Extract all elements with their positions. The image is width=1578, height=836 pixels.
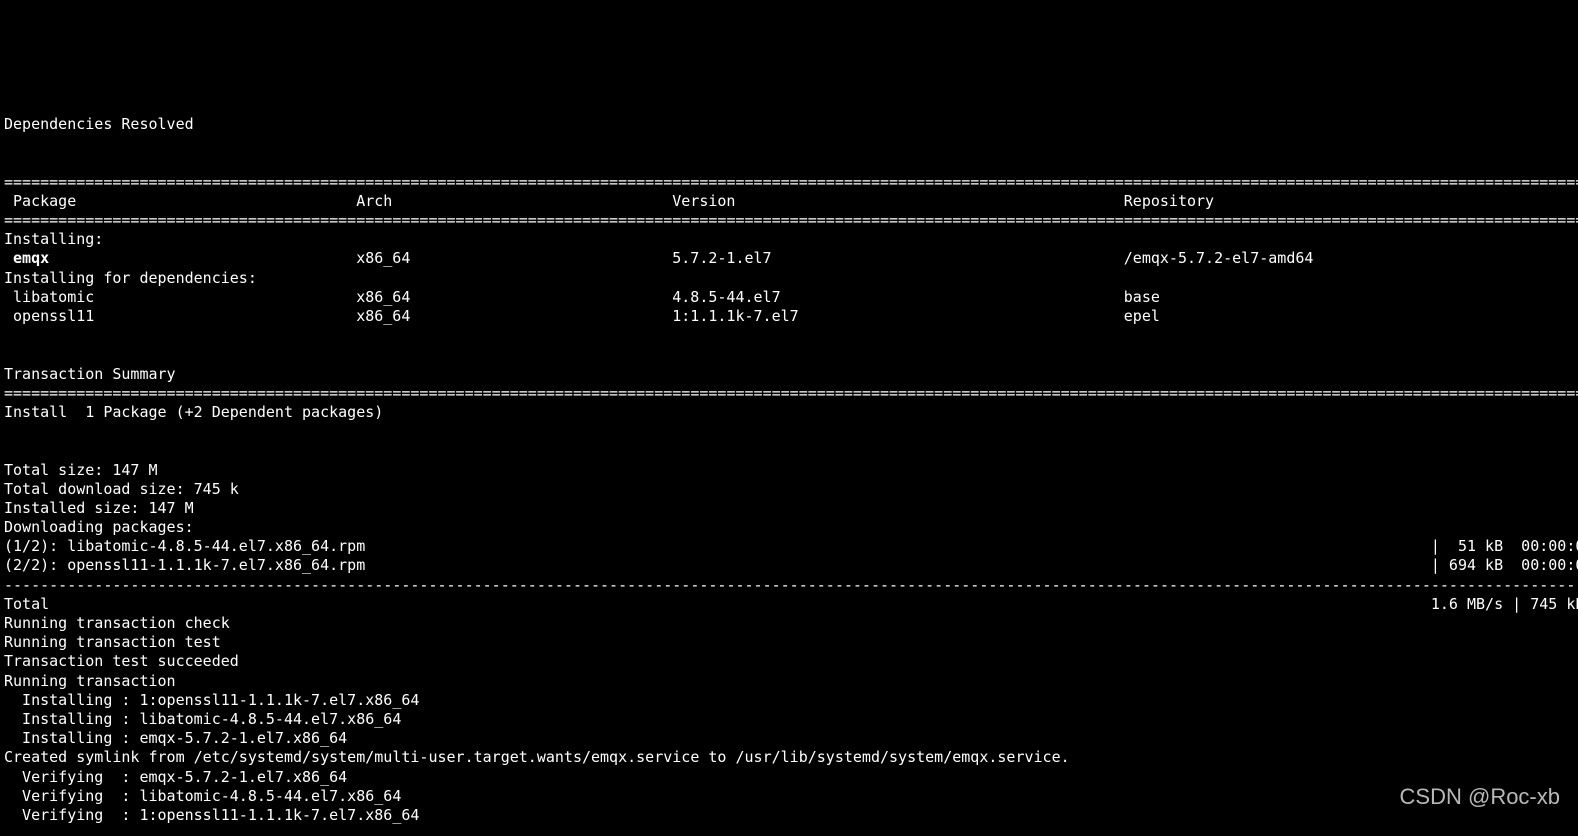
download-row: (1/2): libatomic-4.8.5-44.el7.x86_64.rpm… bbox=[4, 537, 1578, 555]
running-check: Running transaction check bbox=[4, 614, 230, 632]
total-line: Total1.6 MB/s | 745 kB 00:00:00 bbox=[4, 595, 1578, 613]
section-installing: Installing: bbox=[4, 230, 103, 248]
running-test: Running transaction test bbox=[4, 633, 221, 651]
verify-step: Verifying : 1:openssl11-1.1.1k-7.el7.x86… bbox=[4, 806, 1578, 824]
pkg-repo: /emqx-5.7.2-el7-amd64 bbox=[1124, 249, 1578, 268]
step-text: Verifying : emqx-5.7.2-1.el7.x86_64 bbox=[4, 768, 1578, 787]
pkg-row-dep: libatomicx86_644.8.5-44.el7base51 k bbox=[4, 288, 1578, 306]
test-succeeded: Transaction test succeeded bbox=[4, 652, 239, 670]
col-package: Package bbox=[4, 192, 356, 211]
step-text: Installing : emqx-5.7.2-1.el7.x86_64 bbox=[4, 729, 1578, 748]
verify-step: Verifying : emqx-5.7.2-1.el7.x86_641/3 bbox=[4, 768, 1578, 786]
install-step: Installing : libatomic-4.8.5-44.el7.x86_… bbox=[4, 710, 1578, 728]
symlink-line: Created symlink from /etc/systemd/system… bbox=[4, 748, 1070, 766]
pkg-repo: base bbox=[1124, 288, 1578, 307]
pkg-name: emqx bbox=[4, 249, 356, 268]
divider: ========================================… bbox=[4, 173, 1578, 191]
total-download-size: Total download size: 745 k bbox=[4, 480, 239, 498]
pkg-row-main: emqxx86_645.7.2-1.el7/emqx-5.7.2-el7-amd… bbox=[4, 249, 1578, 267]
section-transaction-summary: Transaction Summary bbox=[4, 365, 176, 383]
download-row: (2/2): openssl11-1.1.1k-7.el7.x86_64.rpm… bbox=[4, 556, 1578, 574]
pkg-arch: x86_64 bbox=[356, 249, 672, 268]
step-text: Verifying : 1:openssl11-1.1.1k-7.el7.x86… bbox=[4, 806, 1578, 825]
pkg-version: 5.7.2-1.el7 bbox=[672, 249, 1124, 268]
download-stats: | 51 kB 00:00:00 bbox=[1431, 537, 1578, 556]
col-version: Version bbox=[672, 192, 1124, 211]
header-title: Dependencies Resolved bbox=[4, 115, 194, 133]
installed-size: Installed size: 147 M bbox=[4, 499, 194, 517]
col-repository: Repository bbox=[1124, 192, 1578, 211]
terminal-output[interactable]: Dependencies Resolved ==================… bbox=[0, 96, 1578, 836]
download-stats: | 694 kB 00:00:00 bbox=[1431, 556, 1578, 575]
pkg-name: libatomic bbox=[4, 288, 356, 307]
pkg-arch: x86_64 bbox=[356, 288, 672, 307]
pkg-row-dep: openssl11x86_641:1.1.1k-7.el7epel694 k bbox=[4, 307, 1578, 325]
step-text: Verifying : libatomic-4.8.5-44.el7.x86_6… bbox=[4, 787, 1578, 806]
pkg-arch: x86_64 bbox=[356, 307, 672, 326]
download-file: (1/2): libatomic-4.8.5-44.el7.x86_64.rpm bbox=[4, 537, 1431, 556]
pkg-repo: epel bbox=[1124, 307, 1578, 326]
downloading-packages: Downloading packages: bbox=[4, 518, 194, 536]
section-installing-deps: Installing for dependencies: bbox=[4, 269, 257, 287]
divider: ========================================… bbox=[4, 384, 1578, 402]
pkg-version: 1:1.1.1k-7.el7 bbox=[672, 307, 1124, 326]
divider: ----------------------------------------… bbox=[4, 576, 1578, 594]
install-step: Installing : 1:openssl11-1.1.1k-7.el7.x8… bbox=[4, 691, 1578, 709]
total-label: Total bbox=[4, 595, 1431, 614]
total-stats: 1.6 MB/s | 745 kB 00:00:00 bbox=[1431, 595, 1578, 614]
pkg-version: 4.8.5-44.el7 bbox=[672, 288, 1124, 307]
step-text: Installing : 1:openssl11-1.1.1k-7.el7.x8… bbox=[4, 691, 1578, 710]
column-header-row: PackageArchVersionRepositorySize bbox=[4, 192, 1578, 210]
pkg-name: openssl11 bbox=[4, 307, 356, 326]
col-arch: Arch bbox=[356, 192, 672, 211]
verify-step: Verifying : libatomic-4.8.5-44.el7.x86_6… bbox=[4, 787, 1578, 805]
install-summary: Install 1 Package (+2 Dependent packages… bbox=[4, 403, 383, 421]
total-size: Total size: 147 M bbox=[4, 461, 158, 479]
running-transaction: Running transaction bbox=[4, 672, 176, 690]
divider: ========================================… bbox=[4, 211, 1578, 229]
step-text: Installing : libatomic-4.8.5-44.el7.x86_… bbox=[4, 710, 1578, 729]
download-file: (2/2): openssl11-1.1.1k-7.el7.x86_64.rpm bbox=[4, 556, 1431, 575]
install-step: Installing : emqx-5.7.2-1.el7.x86_643/3 bbox=[4, 729, 1578, 747]
